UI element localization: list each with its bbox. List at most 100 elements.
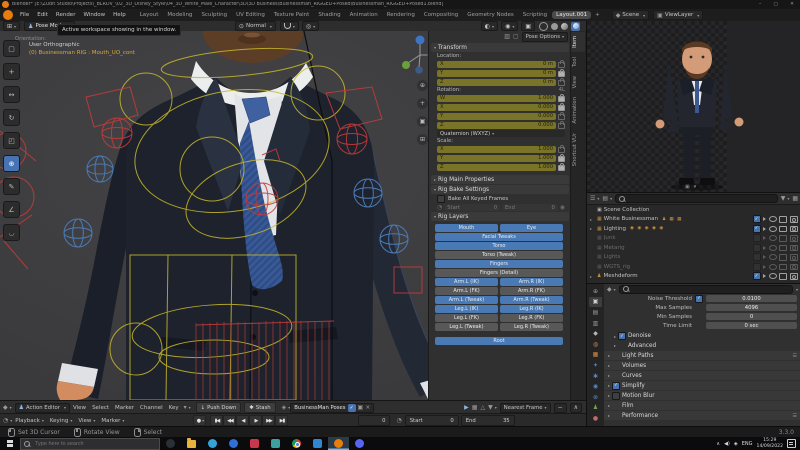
chevron-down-icon[interactable]: ▾ bbox=[796, 287, 798, 292]
selectable-icon[interactable] bbox=[763, 227, 766, 231]
menu-item[interactable]: Select bbox=[89, 405, 112, 411]
viewport-tool-button[interactable]: + bbox=[3, 63, 20, 80]
exclude-checkbox[interactable] bbox=[753, 272, 761, 280]
render-disable-icon[interactable] bbox=[790, 216, 799, 223]
viewport-nav-button[interactable]: + bbox=[417, 98, 428, 109]
pose-options-button[interactable]: Pose Options bbox=[522, 32, 568, 42]
rig-layer-button[interactable]: Root bbox=[435, 337, 563, 345]
snap-toggle[interactable] bbox=[280, 21, 299, 31]
lock-icon[interactable] bbox=[558, 147, 565, 153]
workspace-tab[interactable]: Shading bbox=[314, 11, 344, 19]
outliner-row[interactable]: ▣ Scene Collection bbox=[587, 205, 800, 215]
viewport-disable-icon[interactable] bbox=[779, 235, 787, 242]
transform-orientation-selector[interactable]: ⊙ Normal bbox=[235, 21, 276, 31]
lock-icon[interactable] bbox=[558, 80, 565, 86]
editor-type-button[interactable]: ⊞ bbox=[3, 21, 20, 31]
taskbar-search-input[interactable] bbox=[33, 440, 156, 448]
exclude-checkbox[interactable] bbox=[753, 263, 761, 271]
rig-layers-header[interactable]: Rig Layers bbox=[431, 212, 569, 221]
defender-shield-icon[interactable]: ◈ bbox=[734, 441, 738, 447]
outliner-row[interactable]: ▸ ▦ Lighting ◉ ◉ ◉ ◉ ◉ bbox=[587, 224, 800, 234]
menu-item[interactable]: Render bbox=[52, 12, 80, 18]
viewport-tool-button[interactable]: ▢ bbox=[3, 40, 20, 57]
copy-icon[interactable]: ▣ bbox=[358, 404, 364, 411]
field-value[interactable]: 4096 bbox=[706, 304, 797, 311]
timeline-editor-icon[interactable]: ◔ bbox=[3, 417, 12, 424]
section-header[interactable]: Curves ☰ bbox=[604, 371, 800, 380]
scale-field[interactable]: Y1.000 bbox=[437, 155, 556, 162]
exclude-checkbox[interactable] bbox=[753, 225, 761, 233]
rig-layer-button[interactable]: Arm.L (FK) bbox=[435, 287, 498, 295]
exclude-checkbox[interactable] bbox=[753, 244, 761, 252]
playback-button[interactable]: ▶▶ bbox=[262, 415, 275, 426]
properties-tab[interactable]: ⊕ bbox=[589, 286, 602, 297]
taskbar-app[interactable] bbox=[286, 437, 307, 450]
section-checkbox[interactable] bbox=[618, 332, 626, 340]
rig-layer-button[interactable]: Arm.L (Tweak) bbox=[435, 296, 498, 304]
lock-icon[interactable] bbox=[558, 156, 565, 162]
viewport-tool-button[interactable]: ∠ bbox=[3, 201, 20, 218]
add-workspace-button[interactable]: + bbox=[591, 11, 604, 19]
field-value[interactable]: 0.0100 bbox=[706, 295, 797, 302]
viewport-disable-icon[interactable] bbox=[779, 216, 787, 223]
rig-layer-button[interactable]: Leg.R (Tweak) bbox=[500, 323, 563, 331]
taskbar-search[interactable] bbox=[20, 438, 160, 450]
taskbar-app[interactable] bbox=[181, 437, 202, 450]
camera-range-icon[interactable]: ◉ bbox=[560, 204, 565, 211]
render-disable-icon[interactable] bbox=[790, 245, 799, 252]
viewport-disable-icon[interactable] bbox=[779, 254, 787, 261]
wireframe-shading-icon[interactable] bbox=[539, 22, 548, 31]
display-mode-icon[interactable]: ▤ bbox=[602, 195, 612, 202]
rig-layer-button[interactable]: Eye bbox=[500, 224, 563, 232]
workspace-tab[interactable]: Compositing bbox=[420, 11, 462, 19]
hide-eye-icon[interactable] bbox=[769, 273, 777, 279]
bake-checkbox[interactable] bbox=[437, 195, 445, 203]
taskbar-app[interactable] bbox=[202, 437, 223, 450]
rotation-field[interactable]: Y0.000 bbox=[437, 113, 556, 120]
action-selector[interactable]: BusinessMan Poses ✓ ▣ × bbox=[290, 403, 374, 413]
menu-item[interactable]: Key bbox=[166, 405, 182, 411]
viewport-nav-button[interactable]: ⊞ bbox=[417, 134, 428, 145]
overlay-toggle-icon[interactable]: ▥ bbox=[504, 33, 510, 40]
action-shield-icon[interactable]: ◈ bbox=[282, 404, 291, 411]
menu-item[interactable]: Help bbox=[109, 12, 130, 18]
rig-layer-button[interactable]: Arm.R (Tweak) bbox=[500, 296, 563, 304]
sidebar-tab[interactable]: View bbox=[571, 72, 585, 92]
properties-tab[interactable]: ▤ bbox=[589, 307, 602, 318]
filter-dropdown-icon[interactable]: ▾ bbox=[184, 404, 191, 411]
menu-item[interactable]: View bbox=[75, 418, 98, 424]
push-down-button[interactable]: ↓Push Down bbox=[196, 402, 242, 413]
outliner-search[interactable] bbox=[615, 194, 778, 203]
playback-button[interactable]: ▶▮ bbox=[275, 415, 288, 426]
selectable-icon[interactable] bbox=[763, 274, 766, 278]
unlink-icon[interactable]: × bbox=[365, 404, 370, 411]
viewport-tool-button[interactable]: ↔ bbox=[3, 86, 20, 103]
section-header[interactable]: Motion Blur ☰ bbox=[604, 391, 800, 400]
show-hidden-icons[interactable]: ∧ bbox=[716, 441, 720, 447]
section-header[interactable]: Advanced ☰ bbox=[610, 342, 800, 351]
image-editor[interactable]: ▣ ▾ bbox=[586, 21, 800, 192]
menu-item[interactable]: Channel bbox=[137, 405, 166, 411]
rendered-shading-active[interactable] bbox=[571, 22, 580, 31]
stash-button[interactable]: ✱Stash bbox=[244, 402, 275, 413]
taskbar-app[interactable] bbox=[244, 437, 265, 450]
selectable-icon[interactable] bbox=[763, 217, 766, 221]
hide-eye-icon[interactable] bbox=[769, 226, 777, 232]
lock-icon[interactable] bbox=[558, 96, 565, 102]
rig-layer-button[interactable]: Leg.L (FK) bbox=[435, 314, 498, 322]
workspace-tab[interactable]: Texture Paint bbox=[270, 11, 314, 19]
exclude-checkbox[interactable] bbox=[753, 215, 761, 223]
properties-tab[interactable]: ▦ bbox=[589, 350, 602, 361]
field-value[interactable]: 0 sec bbox=[706, 322, 797, 329]
rig-layer-button[interactable]: Arm.L (IK) bbox=[435, 278, 498, 286]
taskbar-app[interactable] bbox=[223, 437, 244, 450]
properties-tab[interactable]: ♟ bbox=[589, 403, 602, 414]
proportional-edit-toggle[interactable]: ◎ bbox=[302, 21, 319, 31]
scale-field[interactable]: X1.000 bbox=[437, 146, 556, 153]
outliner-editor-icon[interactable]: ☰ bbox=[590, 195, 599, 202]
outliner-row[interactable]: ▦ WGTS_rig bbox=[587, 262, 800, 272]
workspace-tab[interactable]: Modeling bbox=[163, 11, 196, 19]
properties-tab[interactable]: ⊗ bbox=[589, 392, 602, 403]
language-indicator[interactable]: ENG bbox=[742, 441, 753, 447]
auto-key-record-icon[interactable]: ● bbox=[193, 415, 206, 426]
